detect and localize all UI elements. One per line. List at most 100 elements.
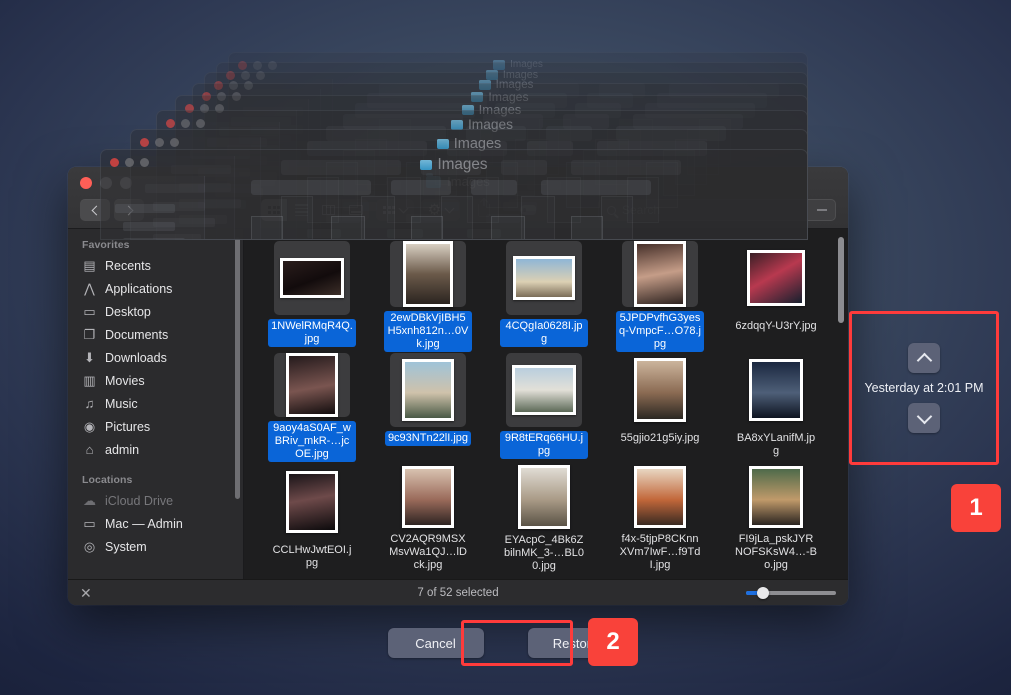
file-item[interactable]: f4x-5tjpP8CKnnXVm7IwF…f9TdI.jpg xyxy=(602,461,718,573)
file-thumbnail xyxy=(402,359,454,421)
file-name-label: 9c93NTn22lI.jpg xyxy=(385,431,471,446)
sidebar-item-label: Desktop xyxy=(105,305,151,319)
sidebar-item-label: Movies xyxy=(105,374,145,388)
file-item[interactable]: 5JPDPvfhG3yesq-VmpcF…O78.jpg xyxy=(602,237,718,349)
ghost-title-text: Images xyxy=(437,156,487,173)
ghost-body xyxy=(101,176,807,239)
file-item[interactable]: 9aoy4aS0AF_wBRiv_mkR-…jcOE.jpg xyxy=(254,349,370,461)
sidebar-item-desktop[interactable]: ▭ Desktop xyxy=(68,300,243,323)
file-thumbnail-container xyxy=(622,353,698,427)
sidebar-item-downloads[interactable]: ⬇ Downloads xyxy=(68,346,243,369)
file-item[interactable]: 2ewDBkVjIBH5H5xnh812n…0Vk.jpg xyxy=(370,237,486,349)
sidebar-item-documents[interactable]: ❐ Documents xyxy=(68,323,243,346)
backup-window-cascade: Images Images xyxy=(0,0,1011,240)
search-menu-icon[interactable] xyxy=(817,209,827,211)
sidebar-item-admin[interactable]: ⌂ admin xyxy=(68,438,243,461)
slider-knob[interactable] xyxy=(757,587,769,599)
sidebar-item-label: System xyxy=(105,540,147,554)
home-icon: ⌂ xyxy=(82,442,97,457)
sidebar-item-label: Downloads xyxy=(105,351,167,365)
file-thumbnail xyxy=(402,466,454,528)
downloads-icon: ⬇ xyxy=(82,350,97,365)
next-backup-button[interactable] xyxy=(908,403,940,433)
sidebar-item-label: Music xyxy=(105,397,138,411)
file-thumbnail xyxy=(513,256,575,300)
documents-icon: ❐ xyxy=(82,327,97,342)
chevron-down-icon xyxy=(916,408,932,424)
sidebar-item-icloud-drive[interactable]: ☁ iCloud Drive xyxy=(68,489,243,512)
movies-icon: ▥ xyxy=(82,373,97,388)
icon-size-slider[interactable] xyxy=(746,591,836,595)
file-item[interactable]: EYAcpC_4Bk6ZbilnMK_3-…BL00.jpg xyxy=(486,461,602,573)
close-x-icon[interactable]: ✕ xyxy=(80,586,92,600)
sidebar-scrollbar[interactable] xyxy=(235,237,240,499)
file-name-label: CCLHwJwtEOI.jpg xyxy=(268,543,356,571)
pictures-icon: ◉ xyxy=(82,419,97,434)
selection-status-text: 7 of 52 selected xyxy=(68,587,848,599)
file-thumbnail-container xyxy=(506,241,582,315)
sidebar-item-pictures[interactable]: ◉ Pictures xyxy=(68,415,243,438)
file-name-label: f4x-5tjpP8CKnnXVm7IwF…f9TdI.jpg xyxy=(616,532,704,573)
file-item[interactable]: 9R8tERq66HU.jpg xyxy=(486,349,602,461)
folder-icon xyxy=(451,120,463,130)
file-item[interactable]: 9c93NTn22lI.jpg xyxy=(370,349,486,461)
file-thumbnail-container xyxy=(390,353,466,427)
computer-icon: ▭ xyxy=(82,516,97,531)
file-name-label: 1NWelRMqR4Q.jpg xyxy=(268,319,356,347)
file-name-label: 6zdqqY-U3rY.jpg xyxy=(732,319,819,334)
backup-date-label: Yesterday at 2:01 PM xyxy=(864,381,983,395)
file-thumbnail xyxy=(634,358,686,422)
file-name-label: 9R8tERq66HU.jpg xyxy=(500,431,588,459)
ghost-titlebar: Images xyxy=(101,150,807,176)
folder-icon xyxy=(420,160,432,170)
dialog-actions: Cancel Restore xyxy=(0,628,1011,658)
sidebar-item-system[interactable]: ◎ System xyxy=(68,535,243,558)
finder-body: Favorites▤ Recents⋀ Applications▭ Deskto… xyxy=(68,229,848,579)
file-name-label: 9aoy4aS0AF_wBRiv_mkR-…jcOE.jpg xyxy=(268,421,356,462)
file-name-label: 4CQgIa0628I.jpg xyxy=(500,319,588,347)
file-thumbnail xyxy=(403,241,453,307)
file-item[interactable]: BA8xYLanifM.jpg xyxy=(718,349,834,461)
sidebar-item-label: Recents xyxy=(105,259,151,273)
desktop-icon: ▭ xyxy=(82,304,97,319)
file-grid: 1NWelRMqR4Q.jpg 2ewDBkVjIBH5H5xnh812n…0V… xyxy=(244,229,848,579)
annotation-badge-1: 1 xyxy=(951,484,1001,532)
disk-icon: ◎ xyxy=(82,539,97,554)
file-grid-scrollbar[interactable] xyxy=(838,237,844,323)
file-thumbnail-container xyxy=(622,465,698,528)
file-thumbnail-container xyxy=(738,241,814,315)
sidebar-item-music[interactable]: ♫ Music xyxy=(68,392,243,415)
file-item[interactable]: CV2AQR9MSXMsvWa1QJ…lDck.jpg xyxy=(370,461,486,573)
annotation-badge-2: 2 xyxy=(588,618,638,666)
music-icon: ♫ xyxy=(82,396,97,411)
applications-icon: ⋀ xyxy=(82,281,97,296)
file-item[interactable]: FI9jLa_pskJYRNOFSKsW4…-Bo.jpg xyxy=(718,461,834,573)
sidebar-item-label: Documents xyxy=(105,328,168,342)
previous-backup-button[interactable] xyxy=(908,343,940,373)
sidebar-item-mac-admin[interactable]: ▭ Mac — Admin xyxy=(68,512,243,535)
sidebar-item-recents[interactable]: ▤ Recents xyxy=(68,254,243,277)
sidebar-item-label: Mac — Admin xyxy=(105,517,183,531)
sidebar-group-header: Favorites xyxy=(68,239,243,254)
sidebar-item-label: iCloud Drive xyxy=(105,494,173,508)
file-thumbnail-container xyxy=(506,465,582,529)
file-grid-area: 1NWelRMqR4Q.jpg 2ewDBkVjIBH5H5xnh812n…0V… xyxy=(244,229,848,579)
file-item[interactable]: 1NWelRMqR4Q.jpg xyxy=(254,237,370,349)
sidebar-item-label: admin xyxy=(105,443,139,457)
file-item[interactable]: CCLHwJwtEOI.jpg xyxy=(254,461,370,573)
file-thumbnail-container xyxy=(622,241,698,307)
sidebar: Favorites▤ Recents⋀ Applications▭ Deskto… xyxy=(68,229,244,579)
file-thumbnail xyxy=(749,466,803,528)
cancel-button[interactable]: Cancel xyxy=(388,628,484,658)
file-item[interactable]: 55gjio21g5iy.jpg xyxy=(602,349,718,461)
sidebar-item-movies[interactable]: ▥ Movies xyxy=(68,369,243,392)
backup-window-ghost[interactable]: Images xyxy=(100,149,808,240)
clock-document-icon: ▤ xyxy=(82,258,97,273)
sidebar-item-applications[interactable]: ⋀ Applications xyxy=(68,277,243,300)
file-thumbnail-container xyxy=(274,465,350,539)
file-item[interactable]: 4CQgIa0628I.jpg xyxy=(486,237,602,349)
chevron-up-icon xyxy=(916,352,932,368)
file-item[interactable]: 6zdqqY-U3rY.jpg xyxy=(718,237,834,349)
file-name-label: FI9jLa_pskJYRNOFSKsW4…-Bo.jpg xyxy=(732,532,820,573)
file-thumbnail xyxy=(634,466,686,528)
